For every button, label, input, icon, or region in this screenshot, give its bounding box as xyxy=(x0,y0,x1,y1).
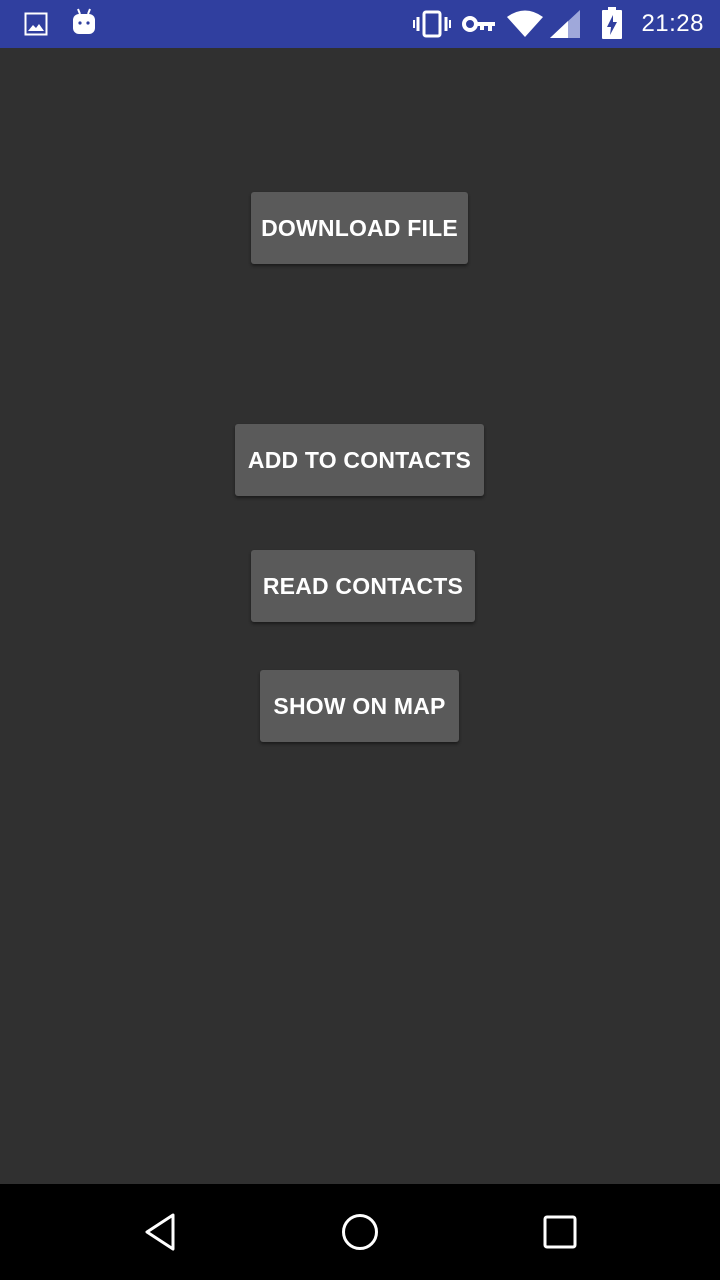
read-contacts-button[interactable]: READ CONTACTS xyxy=(251,550,475,622)
battery-charging-icon xyxy=(602,7,622,39)
screen: 21:28 DOWNLOAD FILE ADD TO CONTACTS READ… xyxy=(0,0,720,1280)
recent-apps-button[interactable] xyxy=(500,1184,620,1280)
back-icon xyxy=(145,1213,175,1251)
home-icon xyxy=(342,1214,378,1250)
add-to-contacts-button[interactable]: ADD TO CONTACTS xyxy=(235,424,484,496)
home-button[interactable] xyxy=(300,1184,420,1280)
image-notification-icon xyxy=(24,12,48,36)
recent-apps-icon xyxy=(543,1215,577,1249)
wifi-icon xyxy=(507,10,543,37)
android-notification-icon xyxy=(73,8,95,34)
cell-signal-icon xyxy=(550,10,580,38)
status-bar: 21:28 xyxy=(0,0,720,48)
navigation-bar xyxy=(0,1184,720,1280)
vibrate-icon xyxy=(413,10,451,38)
back-button[interactable] xyxy=(100,1184,220,1280)
vpn-key-icon xyxy=(462,16,495,32)
download-file-button[interactable]: DOWNLOAD FILE xyxy=(251,192,468,264)
status-time: 21:28 xyxy=(641,10,704,37)
main-content: DOWNLOAD FILE ADD TO CONTACTS READ CONTA… xyxy=(0,48,720,1184)
show-on-map-button[interactable]: SHOW ON MAP xyxy=(260,670,459,742)
